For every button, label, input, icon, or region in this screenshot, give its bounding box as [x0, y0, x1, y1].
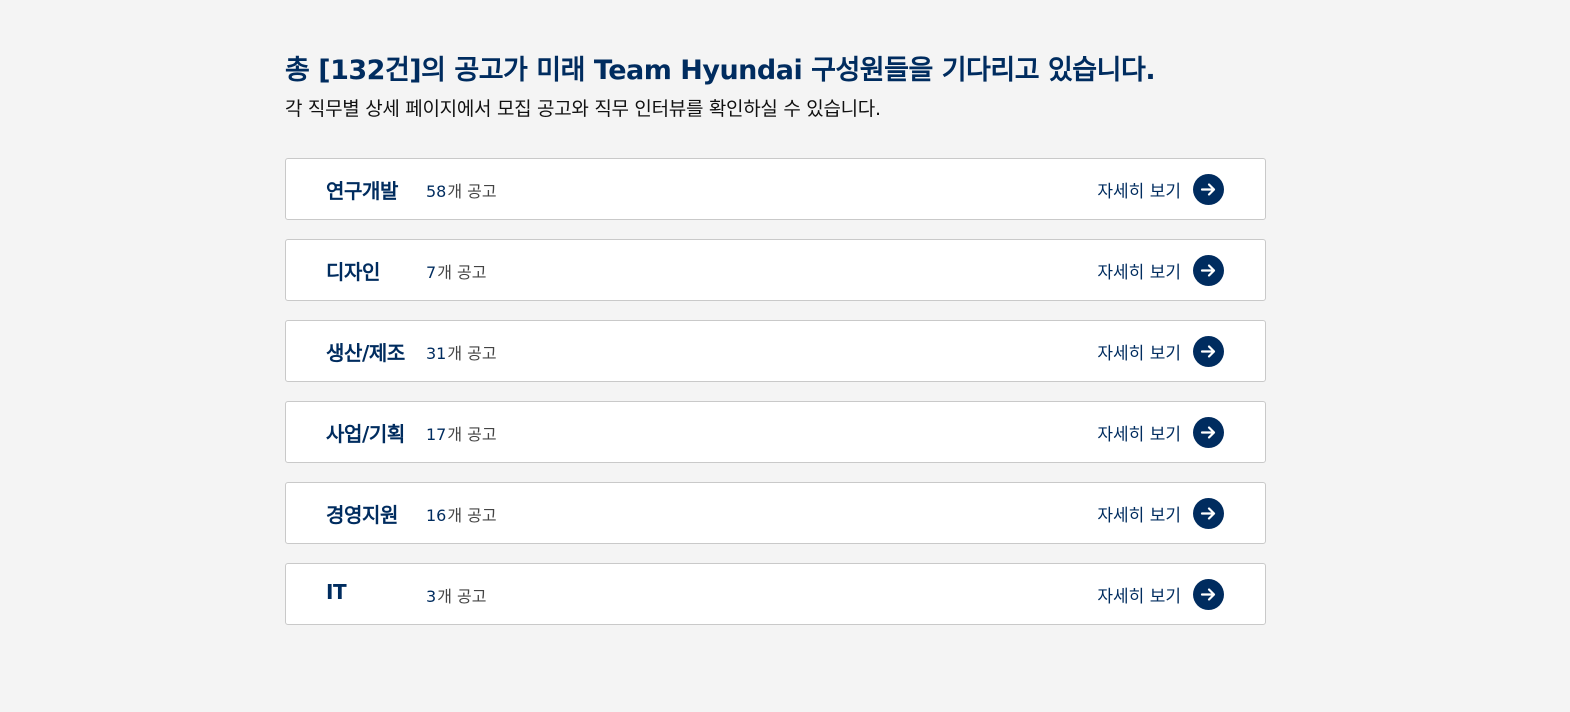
category-name: IT — [326, 580, 347, 604]
posting-count-unit: 개 공고 — [437, 263, 487, 282]
posting-count-unit: 개 공고 — [447, 182, 497, 201]
view-detail-label: 자세히 보기 — [1097, 586, 1181, 607]
view-detail-link[interactable]: 자세히 보기 — [1097, 578, 1224, 610]
category-name: 경영지원 — [326, 503, 398, 527]
posting-count-number: 17 — [426, 425, 447, 444]
page-title: 총 [132건]의 공고가 미래 Team Hyundai 구성원들을 기다리고… — [285, 55, 1156, 86]
posting-count-unit: 개 공고 — [447, 425, 497, 444]
view-detail-link[interactable]: 자세히 보기 — [1097, 254, 1224, 286]
arrow-right-icon[interactable] — [1193, 173, 1224, 205]
view-detail-link[interactable]: 자세히 보기 — [1097, 335, 1224, 367]
posting-count: 58개 공고 — [426, 178, 497, 202]
job-category-row-rnd[interactable]: 연구개발 58개 공고 자세히 보기 — [285, 158, 1266, 220]
arrow-right-icon[interactable] — [1193, 416, 1224, 448]
job-category-row-business[interactable]: 사업/기획 17개 공고 자세히 보기 — [285, 401, 1266, 463]
view-detail-link[interactable]: 자세히 보기 — [1097, 173, 1224, 205]
arrow-right-icon[interactable] — [1193, 254, 1224, 286]
posting-count-number: 58 — [426, 182, 447, 201]
category-name: 연구개발 — [326, 179, 398, 203]
view-detail-label: 자세히 보기 — [1097, 343, 1181, 364]
posting-count-unit: 개 공고 — [447, 344, 497, 363]
posting-count: 3개 공고 — [426, 583, 486, 607]
posting-count: 31개 공고 — [426, 340, 497, 364]
posting-count-unit: 개 공고 — [437, 587, 487, 606]
job-category-row-design[interactable]: 디자인 7개 공고 자세히 보기 — [285, 239, 1266, 301]
arrow-right-icon[interactable] — [1193, 578, 1224, 610]
view-detail-label: 자세히 보기 — [1097, 424, 1181, 445]
posting-count: 16개 공고 — [426, 502, 497, 526]
category-name: 생산/제조 — [326, 341, 405, 365]
view-detail-link[interactable]: 자세히 보기 — [1097, 416, 1224, 448]
page-subtitle: 각 직무별 상세 페이지에서 모집 공고와 직무 인터뷰를 확인하실 수 있습니… — [285, 98, 881, 120]
posting-count-number: 3 — [426, 587, 437, 606]
job-category-row-it[interactable]: IT 3개 공고 자세히 보기 — [285, 563, 1266, 625]
view-detail-link[interactable]: 자세히 보기 — [1097, 497, 1224, 529]
posting-count: 7개 공고 — [426, 259, 486, 283]
posting-count-number: 16 — [426, 506, 447, 525]
view-detail-label: 자세히 보기 — [1097, 505, 1181, 526]
posting-count-number: 7 — [426, 263, 437, 282]
arrow-right-icon[interactable] — [1193, 335, 1224, 367]
job-category-list: 연구개발 58개 공고 자세히 보기 디자인 7개 공고 자세히 보기 생산/제… — [285, 158, 1266, 644]
posting-count: 17개 공고 — [426, 421, 497, 445]
view-detail-label: 자세히 보기 — [1097, 181, 1181, 202]
job-category-row-management[interactable]: 경영지원 16개 공고 자세히 보기 — [285, 482, 1266, 544]
posting-count-number: 31 — [426, 344, 447, 363]
posting-count-unit: 개 공고 — [447, 506, 497, 525]
category-name: 디자인 — [326, 260, 380, 284]
job-category-row-production[interactable]: 생산/제조 31개 공고 자세히 보기 — [285, 320, 1266, 382]
arrow-right-icon[interactable] — [1193, 497, 1224, 529]
view-detail-label: 자세히 보기 — [1097, 262, 1181, 283]
category-name: 사업/기획 — [326, 422, 405, 446]
